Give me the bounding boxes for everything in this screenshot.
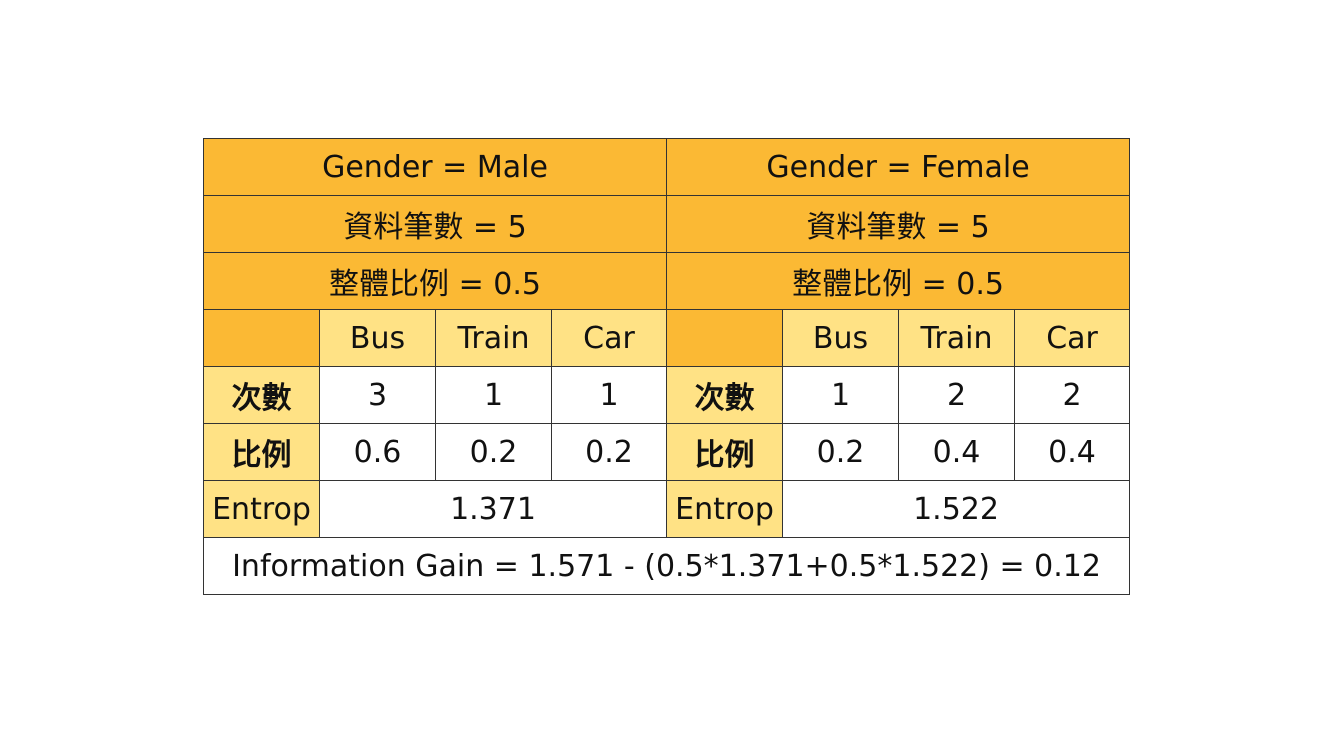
male-col-car: Car bbox=[550, 309, 668, 367]
male-count-car: 1 bbox=[550, 366, 668, 424]
entropy-row: Entrop 1.371 Entrop 1.522 bbox=[203, 480, 1131, 538]
female-corner-cell bbox=[666, 309, 784, 367]
male-ratio-bus: 0.6 bbox=[319, 423, 436, 481]
male-entropy-value: 1.371 bbox=[318, 480, 668, 538]
female-record-count: 資料筆數 = 5 bbox=[666, 195, 1131, 253]
female-ratio-bus: 0.2 bbox=[782, 423, 900, 481]
male-ratio-label: 比例 bbox=[203, 423, 320, 481]
information-gain-row: Information Gain = 1.571 - (0.5*1.371+0.… bbox=[202, 537, 1131, 595]
female-col-train: Train bbox=[898, 309, 1016, 367]
male-ratio-train: 0.2 bbox=[435, 423, 552, 481]
count-row: 次數 3 1 1 次數 1 2 2 bbox=[203, 366, 1131, 424]
female-entropy-value: 1.522 bbox=[782, 480, 1131, 538]
female-ratio-train: 0.4 bbox=[898, 423, 1016, 481]
female-ratio-label: 比例 bbox=[666, 423, 784, 481]
male-entropy-label: Entrop bbox=[203, 480, 320, 538]
overall-ratio-row: 整體比例 = 0.5 整體比例 = 0.5 bbox=[202, 252, 1131, 310]
information-gain-table: Gender = Male Gender = Female 資料筆數 = 5 資… bbox=[202, 138, 1131, 595]
female-entropy-label: Entrop bbox=[666, 480, 784, 538]
female-count-bus: 1 bbox=[782, 366, 900, 424]
male-overall-ratio: 整體比例 = 0.5 bbox=[202, 252, 668, 310]
male-count-label: 次數 bbox=[203, 366, 320, 424]
gender-header-row: Gender = Male Gender = Female bbox=[202, 138, 1131, 196]
male-col-train: Train bbox=[435, 309, 552, 367]
information-gain-formula: Information Gain = 1.571 - (0.5*1.371+0.… bbox=[202, 537, 1131, 595]
male-col-bus: Bus bbox=[319, 309, 436, 367]
female-count-train: 2 bbox=[898, 366, 1016, 424]
male-count-train: 1 bbox=[435, 366, 552, 424]
record-count-row: 資料筆數 = 5 資料筆數 = 5 bbox=[202, 195, 1131, 253]
female-count-label: 次數 bbox=[666, 366, 784, 424]
female-header: Gender = Female bbox=[666, 138, 1131, 196]
male-corner-cell bbox=[203, 309, 320, 367]
male-ratio-car: 0.2 bbox=[550, 423, 668, 481]
female-count-car: 2 bbox=[1014, 366, 1131, 424]
female-col-car: Car bbox=[1014, 309, 1131, 367]
male-header: Gender = Male bbox=[202, 138, 668, 196]
female-col-bus: Bus bbox=[782, 309, 900, 367]
female-ratio-car: 0.4 bbox=[1014, 423, 1131, 481]
ratio-row: 比例 0.6 0.2 0.2 比例 0.2 0.4 0.4 bbox=[203, 423, 1131, 481]
transport-header-row: Bus Train Car Bus Train Car bbox=[203, 309, 1131, 367]
male-count-bus: 3 bbox=[319, 366, 436, 424]
male-record-count: 資料筆數 = 5 bbox=[202, 195, 668, 253]
female-overall-ratio: 整體比例 = 0.5 bbox=[666, 252, 1131, 310]
